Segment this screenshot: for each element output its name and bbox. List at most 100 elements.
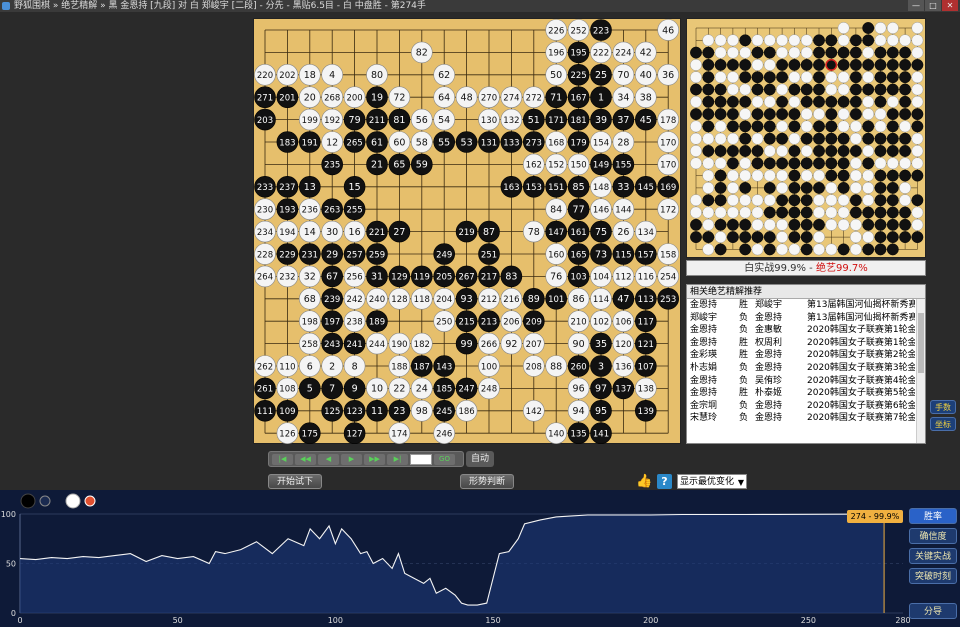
winrate-chart[interactable]: 1005000 50 100 150 200 250 280 [0, 490, 960, 627]
confidence-mode-button[interactable]: 确信度 [909, 528, 957, 544]
move-number-label: 238 [346, 318, 362, 328]
move-number-label: 40 [640, 70, 652, 81]
mini-black-stone [714, 218, 727, 231]
mini-white-stone [690, 120, 702, 133]
record-row[interactable]: 金彩瑛 胜金恩持 2020韩国女子联赛第2轮金恩持 [687, 349, 925, 362]
mini-black-stone [690, 108, 702, 121]
move-number-label: 165 [570, 250, 586, 260]
move-number-label: 181 [570, 116, 586, 126]
move-number-label: 12 [326, 137, 338, 148]
mini-white-stone [837, 218, 850, 231]
close-button[interactable]: ✕ [942, 0, 958, 11]
move-number-label: 47 [617, 294, 629, 305]
main-go-board[interactable]: 226 252 223 46 82 196 195 222 224 42 220 202 18 4 80 62… [253, 18, 682, 445]
mini-black-stone [800, 83, 813, 96]
position-judge-button[interactable]: 形势判断 [460, 474, 514, 489]
auto-play-button[interactable]: 自动 [466, 451, 494, 467]
mini-white-stone [702, 243, 715, 256]
move-number-label: 144 [615, 206, 631, 216]
move-number-label: 262 [257, 362, 273, 372]
move-number-label: 59 [416, 160, 428, 171]
thumbs-up-icon[interactable]: 👍 [636, 474, 652, 489]
mini-black-stone [886, 169, 899, 182]
move-number-label: 235 [324, 161, 340, 171]
breakthrough-button[interactable]: 突破时刻 [909, 568, 957, 584]
move-number-label: 50 [550, 70, 562, 81]
move-number-label: 203 [257, 116, 273, 126]
mini-black-stone [899, 83, 912, 96]
scrollbar[interactable] [916, 299, 925, 443]
window-title: 野狐围棋 » 绝艺精解 » 黑 金恩持 [九段] 对 白 郑峻宇 [二段] - … [14, 1, 426, 11]
mini-black-stone [886, 218, 899, 231]
mini-white-stone [825, 243, 838, 256]
mini-white-stone [837, 71, 850, 84]
record-row[interactable]: 宋慧玲 负金恩持 2020韩国女子联赛第7轮金恩持 [687, 412, 925, 425]
back-ten-button[interactable]: ◀◀ [295, 453, 316, 465]
move-number-label: 172 [660, 206, 676, 216]
record-r: 负 [739, 362, 749, 373]
recommended-games-panel: 相关绝艺精解推荐 金恩持胜郑峻宇 第13届韩国河仙揭杯新秀赛本 郑峻宇负金恩持 第13… [686, 284, 926, 444]
record-row[interactable]: 郑峻宇 负金恩持 第13届韩国河仙揭杯新秀赛本 [687, 312, 925, 325]
mini-black-stone [763, 120, 776, 133]
last-move-button[interactable]: ▶| [387, 453, 408, 465]
mini-white-stone [862, 169, 875, 182]
move-number-label: 179 [570, 138, 586, 148]
panel-header: 相关绝艺精解推荐 [687, 285, 925, 299]
x-tick-label: 200 [643, 616, 658, 625]
move-number-label: 75 [595, 227, 607, 238]
move-number-toggle[interactable]: 手数 [930, 400, 956, 414]
record-row[interactable]: 金恩持 负吴侑珍 2020韩国女子联赛第4轮金恩持 [687, 375, 925, 388]
mini-black-stone [849, 108, 862, 121]
move-number-label: 219 [458, 228, 474, 238]
record-row[interactable]: 金恩持 胜朴泰姬 2020韩国女子联赛第5轮金恩持 [687, 387, 925, 400]
move-number-label: 226 [548, 26, 564, 36]
move-number-label: 90 [573, 339, 585, 350]
scrollbar-thumb[interactable] [918, 313, 924, 373]
help-icon[interactable]: ? [657, 474, 672, 489]
record-row[interactable]: 金宗坰 负金恩持 2020韩国女子联赛第6轮金恩持 [687, 400, 925, 413]
try-play-button[interactable]: 开始试下 [268, 474, 322, 489]
record-row[interactable]: 金恩持 负金惠敏 2020韩国女子联赛第1轮金恩持 [687, 324, 925, 337]
move-number-label: 23 [393, 406, 405, 417]
move-number-label: 4 [329, 70, 335, 81]
move-number-input[interactable] [410, 453, 432, 465]
move-number-label: 194 [279, 228, 295, 238]
mini-black-stone [899, 218, 912, 231]
move-number-label: 223 [593, 26, 609, 36]
x-tick-label: 100 [328, 616, 343, 625]
forward-one-button[interactable]: ▶ [341, 453, 362, 465]
move-number-label: 259 [369, 250, 385, 260]
move-number-label: 1 [598, 93, 604, 104]
variation-select[interactable]: 显示最优变化 ▼ [677, 474, 747, 489]
maximize-button[interactable]: □ [925, 0, 941, 11]
mini-white-stone [751, 95, 764, 108]
forward-ten-button[interactable]: ▶▶ [364, 453, 385, 465]
minimize-button[interactable]: — [908, 0, 924, 11]
mini-black-stone [739, 132, 752, 145]
mini-black-stone [739, 218, 752, 231]
move-number-label: 158 [660, 250, 676, 260]
record-row[interactable]: 朴志娟 负金恩持 2020韩国女子联赛第3轮金恩持 [687, 362, 925, 375]
move-number-label: 198 [302, 318, 318, 328]
coordinates-toggle[interactable]: 坐标 [930, 417, 956, 431]
mini-black-stone [874, 59, 887, 71]
mini-black-stone [849, 71, 862, 84]
key-moves-button[interactable]: 关键实战 [909, 548, 957, 564]
split-button[interactable]: 分导 [909, 603, 957, 619]
mini-black-stone [714, 59, 727, 71]
main-board-canvas[interactable]: 226 252 223 4682 196 195 222 224 42220 202 18 4 80 62… [254, 19, 682, 445]
move-number-label: 236 [302, 206, 318, 216]
record-row[interactable]: 金恩持 胜郑峻宇 第13届韩国河仙揭杯新秀赛本 [687, 299, 925, 312]
go-button[interactable]: GO [434, 453, 455, 465]
mini-white-stone [813, 108, 825, 121]
mini-white-stone [714, 34, 727, 47]
mini-black-stone [886, 108, 899, 121]
back-one-button[interactable]: ◀ [318, 453, 339, 465]
move-number-label: 160 [548, 250, 564, 260]
move-number-label: 157 [638, 250, 654, 260]
winrate-mode-button[interactable]: 胜率 [909, 508, 957, 524]
first-move-button[interactable]: |◀ [272, 453, 293, 465]
mini-white-stone [813, 169, 825, 182]
mini-white-stone [788, 46, 801, 59]
record-row[interactable]: 金恩持 胜权周利 2020韩国女子联赛第1轮金恩持 [687, 337, 925, 350]
